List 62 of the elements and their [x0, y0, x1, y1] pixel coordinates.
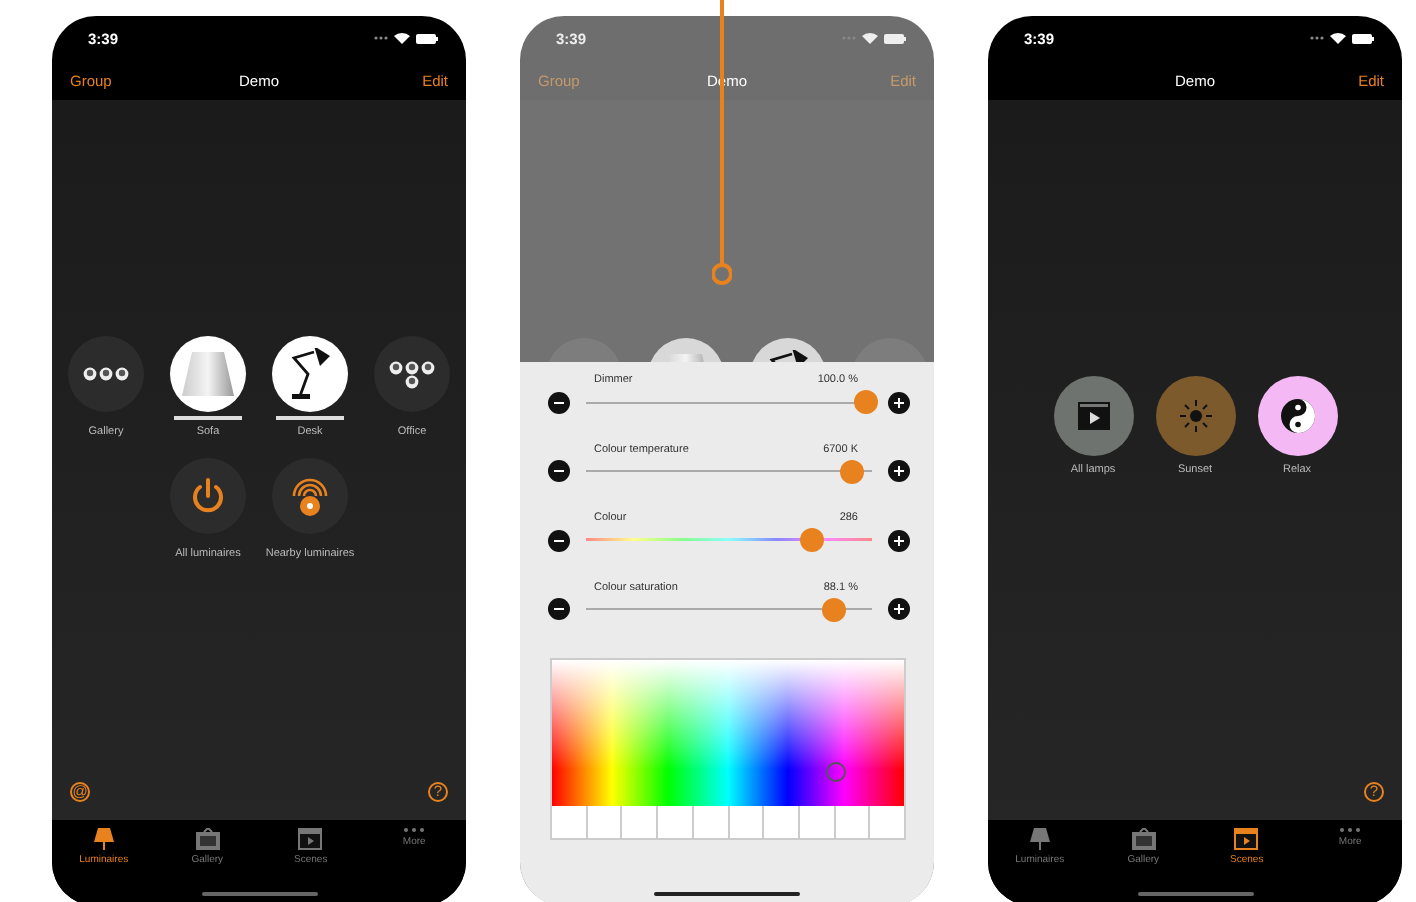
picture-frame-icon [1131, 828, 1156, 850]
battery-icon [884, 33, 906, 43]
battery-icon [416, 33, 438, 43]
decrease-button[interactable] [548, 598, 570, 620]
clapperboard-icon [1077, 402, 1109, 430]
colour-swatch[interactable] [552, 806, 588, 838]
increase-button[interactable] [888, 460, 910, 482]
minus-icon [554, 470, 564, 472]
luminaire-button[interactable] [272, 458, 348, 534]
desk-lamp-icon [288, 348, 332, 400]
slider-thumb[interactable] [822, 597, 847, 621]
battery-icon [1352, 33, 1374, 43]
home-indicator [201, 892, 317, 896]
home-indicator [1137, 892, 1253, 896]
picker-handle[interactable] [826, 762, 847, 783]
colour-swatch[interactable] [587, 806, 623, 838]
yin-yang-icon [1279, 398, 1315, 434]
colour-swatch[interactable] [799, 806, 836, 838]
colour-swatch[interactable] [870, 806, 905, 838]
colour-swatch[interactable] [693, 806, 730, 838]
bulbs-icon [82, 366, 130, 382]
sun-icon [1179, 400, 1211, 432]
luminaire-button[interactable] [68, 336, 144, 412]
plus-icon [894, 466, 904, 476]
scene-button[interactable] [1257, 376, 1337, 456]
colour-picker[interactable] [550, 658, 906, 840]
lamp-icon [1029, 828, 1050, 850]
minus-icon [554, 401, 564, 403]
wifi-icon [394, 32, 410, 44]
colour-swatch[interactable] [658, 806, 694, 838]
colour-swatch[interactable] [835, 806, 871, 838]
bulbs-icon [388, 359, 436, 389]
lamp-icon [93, 828, 114, 850]
luminaire-button[interactable] [272, 336, 348, 412]
luminaire-button[interactable] [374, 336, 450, 412]
colour-swatch[interactable] [622, 806, 659, 838]
minus-icon [554, 608, 564, 610]
increase-button[interactable] [888, 529, 910, 551]
decrease-button[interactable] [548, 529, 570, 551]
increase-button[interactable] [888, 598, 910, 620]
minus-icon [554, 539, 564, 541]
clapperboard-icon [1234, 828, 1259, 850]
lampshade-icon [182, 352, 234, 396]
picture-frame-icon [195, 828, 220, 850]
colour-swatch[interactable] [729, 806, 765, 838]
nearby-signal-icon [290, 474, 330, 518]
wifi-icon [862, 32, 878, 44]
plus-icon [894, 397, 904, 407]
increase-button[interactable] [888, 391, 910, 413]
slider-thumb[interactable] [854, 390, 879, 414]
slider-thumb[interactable] [839, 459, 864, 483]
decrease-button[interactable] [548, 460, 570, 482]
plus-icon [894, 604, 904, 614]
colour-swatch[interactable] [764, 806, 800, 838]
wifi-icon [1330, 32, 1346, 44]
decrease-button[interactable] [548, 391, 570, 413]
plus-icon [894, 535, 904, 545]
power-icon [190, 478, 226, 514]
slider-thumb[interactable] [799, 528, 824, 552]
luminaire-button[interactable] [170, 458, 246, 534]
luminaire-button[interactable] [170, 336, 246, 412]
clapperboard-icon [298, 828, 323, 850]
